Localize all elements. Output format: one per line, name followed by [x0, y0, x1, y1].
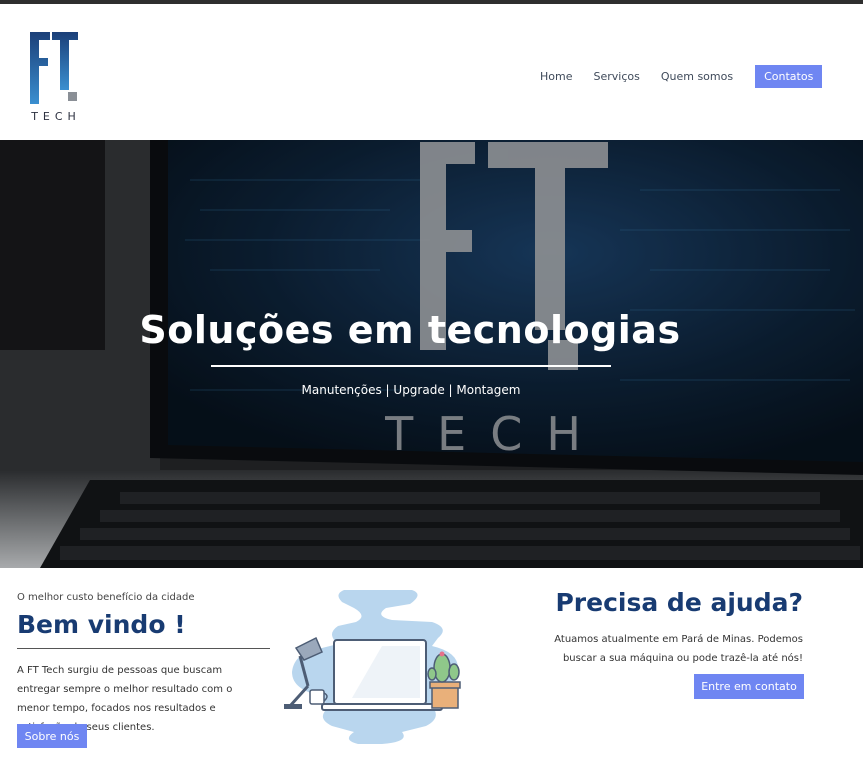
welcome-divider [17, 648, 270, 649]
hero-title: Soluções em tecnologias [139, 308, 681, 352]
hero-subtitle: Manutenções | Upgrade | Montagem [301, 383, 521, 397]
hero-background-image: TECH [0, 140, 863, 568]
nav-servicos[interactable]: Serviços [593, 70, 639, 83]
nav-quem-somos[interactable]: Quem somos [661, 70, 733, 83]
welcome-title: Bem vindo ! [17, 610, 186, 639]
main-nav: Home Serviços Quem somos Contatos [540, 64, 823, 88]
about-us-button[interactable]: Sobre nós [17, 724, 87, 748]
hero-divider [211, 365, 611, 367]
site-header: TECH Home Serviços Quem somos Contatos [0, 4, 863, 140]
help-text: Atuamos atualmente em Pará de Minas. Pod… [554, 634, 803, 664]
welcome-kicker: O melhor custo benefício da cidade [17, 592, 195, 603]
help-title: Precisa de ajuda? [555, 588, 803, 617]
ft-tech-logo[interactable]: TECH [28, 28, 84, 124]
nav-contatos-button[interactable]: Contatos [755, 64, 823, 88]
contact-us-button[interactable]: Entre em contato [694, 674, 804, 699]
hero-banner: TECH Soluções em tecnologias Manutenções… [0, 140, 863, 568]
laptop-illustration [282, 586, 474, 746]
logo-wordmark: TECH [30, 110, 81, 123]
nav-home[interactable]: Home [540, 70, 572, 83]
